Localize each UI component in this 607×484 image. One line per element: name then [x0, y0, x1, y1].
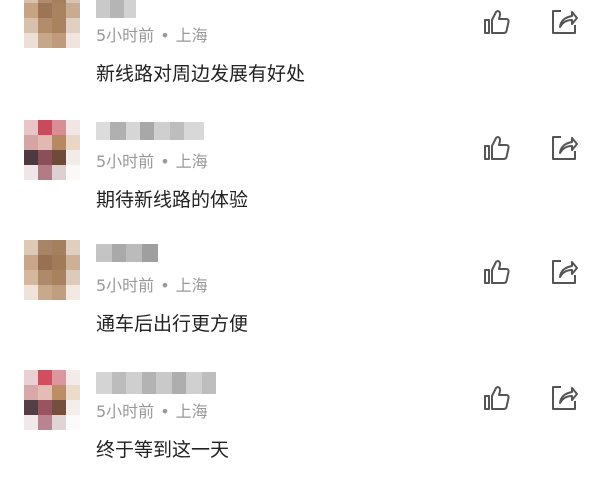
comment-meta: 5小时前 • 上海 [96, 276, 208, 296]
like-button[interactable] [481, 382, 513, 414]
meta-separator: • [160, 276, 170, 295]
comment-time: 5小时前 [96, 26, 155, 45]
like-button[interactable] [481, 256, 513, 288]
comment-location: 上海 [175, 276, 208, 295]
comment-meta: 5小时前 • 上海 [96, 26, 208, 46]
thumbs-up-icon [484, 10, 510, 34]
comment-item: 5小时前 • 上海 期待新线路的体验 [0, 120, 607, 240]
thumbs-up-icon [484, 136, 510, 160]
comment-time: 5小时前 [96, 402, 155, 421]
comment-item: 5小时前 • 上海 终于等到这一天 [0, 364, 607, 484]
comment-text: 新线路对周边发展有好处 [96, 63, 306, 85]
comment-text: 期待新线路的体验 [96, 189, 249, 211]
comment-location: 上海 [175, 402, 208, 421]
meta-separator: • [160, 152, 170, 171]
share-button[interactable] [548, 132, 580, 164]
comment-time: 5小时前 [96, 152, 155, 171]
comment-item: 5小时前 • 上海 通车后出行更方便 [0, 240, 607, 360]
meta-separator: • [160, 402, 170, 421]
share-button[interactable] [548, 382, 580, 414]
share-button[interactable] [548, 256, 580, 288]
share-icon [552, 10, 578, 34]
comment-location: 上海 [175, 26, 208, 45]
like-button[interactable] [481, 132, 513, 164]
comment-meta: 5小时前 • 上海 [96, 152, 208, 172]
username-blurred[interactable] [96, 372, 216, 394]
avatar[interactable] [24, 120, 80, 180]
avatar[interactable] [24, 370, 80, 430]
share-icon [552, 386, 578, 410]
comment-text: 通车后出行更方便 [96, 313, 249, 335]
share-icon [552, 260, 578, 284]
meta-separator: • [160, 26, 170, 45]
comment-time: 5小时前 [96, 276, 155, 295]
username-blurred[interactable] [96, 0, 136, 18]
share-button[interactable] [548, 6, 580, 38]
like-button[interactable] [481, 6, 513, 38]
comment-list: 5小时前 • 上海 新线路对周边发展有好处 5小时前 • 上海 期待新线路的体验… [0, 0, 607, 484]
thumbs-up-icon [484, 260, 510, 284]
comment-text: 终于等到这一天 [96, 439, 230, 461]
avatar[interactable] [24, 240, 80, 300]
comment-item: 5小时前 • 上海 新线路对周边发展有好处 [0, 0, 607, 120]
comment-meta: 5小时前 • 上海 [96, 402, 208, 422]
share-icon [552, 136, 578, 160]
username-blurred[interactable] [96, 244, 158, 262]
username-blurred[interactable] [96, 122, 204, 140]
thumbs-up-icon [484, 386, 510, 410]
avatar[interactable] [24, 0, 80, 48]
comment-location: 上海 [175, 152, 208, 171]
